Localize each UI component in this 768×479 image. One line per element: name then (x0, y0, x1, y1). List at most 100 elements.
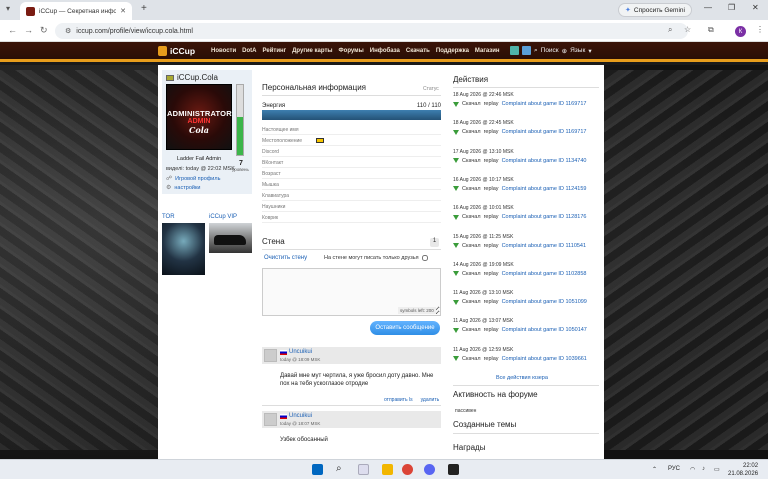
menu-dots-icon[interactable]: ⋮ (756, 25, 764, 34)
minimize-button[interactable]: — (704, 3, 712, 12)
nav-support[interactable]: Поддержка (436, 48, 469, 54)
bookmark-star-icon[interactable]: ☆ (684, 25, 691, 34)
friends-only-checkbox[interactable] (421, 255, 428, 261)
activity-action: Скачал (462, 242, 481, 249)
divider (453, 385, 599, 386)
maximize-button[interactable]: ❐ (728, 3, 735, 12)
activity-type: replay (483, 242, 499, 249)
tab-title: iCCup — Секретная информа… (39, 7, 117, 15)
activity-link[interactable]: Complaint about game ID 1050147 (502, 327, 587, 333)
tab-close-icon[interactable]: ✕ (120, 7, 126, 15)
main-nav: Новости DotA Рейтинг Другие карты Форумы… (211, 48, 500, 54)
avatar[interactable] (264, 349, 277, 362)
app-icon[interactable] (448, 464, 459, 475)
forward-icon[interactable]: → (24, 25, 33, 35)
new-tab-button[interactable]: + (141, 3, 147, 14)
tor-badge-image[interactable] (162, 223, 205, 275)
system-clock[interactable]: 22:02 21.08.2026 (728, 462, 758, 478)
post-author[interactable]: Uncuikui (280, 413, 312, 419)
back-icon[interactable]: ← (8, 25, 17, 35)
language-link[interactable]: Язык (570, 47, 585, 54)
tray-chevron-icon[interactable]: ⌃ (652, 466, 657, 473)
activity-link[interactable]: Complaint about game ID 1102858 (502, 271, 587, 277)
close-window-button[interactable]: ✕ (752, 3, 759, 12)
nav-other-maps[interactable]: Другие карты (292, 48, 332, 54)
activity-link[interactable]: Complaint about game ID 1134740 (502, 158, 587, 164)
level-progress-fill (237, 116, 243, 155)
search-icon[interactable]: ⌕ (336, 463, 347, 474)
vip-badge-image[interactable] (209, 223, 252, 253)
clear-wall-link[interactable]: Очистить стену (264, 255, 307, 261)
post-text: Узбек обосанный (280, 437, 328, 443)
activity-item: Скачал replay Complaint about game ID 1134… (453, 158, 586, 164)
activity-link[interactable]: Complaint about game ID 1110541 (502, 243, 587, 249)
all-activity-link[interactable]: Все действия юзера (496, 375, 548, 381)
activity-date: 11 Aug 2026 @ 12:59 MSK (453, 346, 514, 353)
nav-dota[interactable]: DotA (242, 48, 256, 54)
send-pm-link[interactable]: отправить ls (384, 397, 413, 403)
energy-value: 110 / 110 (416, 103, 441, 109)
flag-icon (280, 349, 287, 355)
activity-link[interactable]: Complaint about game ID 1128176 (502, 214, 587, 220)
gemini-button[interactable]: ✦ Спросить Gemini (618, 3, 692, 17)
energy-bar-fill (262, 110, 441, 120)
energy-bar (262, 110, 441, 120)
delete-post-link[interactable]: удалить (421, 397, 440, 403)
extensions-icon[interactable]: ⧉ (708, 25, 714, 35)
chrome-icon[interactable] (402, 464, 413, 475)
wifi-icon[interactable]: ◠ (690, 466, 695, 473)
messages-icon[interactable] (522, 46, 531, 55)
address-bar[interactable]: ⚙ iccup.com/profile/view/iccup.cola.html (55, 23, 688, 39)
settings-link[interactable]: ⚙ настройки (166, 184, 200, 192)
nav-news[interactable]: Новости (211, 48, 236, 54)
friends-only-toggle[interactable]: На стене могут писать только друзья (324, 255, 428, 261)
reload-icon[interactable]: ↻ (40, 25, 48, 36)
file-explorer-icon[interactable] (382, 464, 393, 475)
activity-link[interactable]: Complaint about game ID 1051099 (502, 299, 587, 305)
activity-link[interactable]: Complaint about game ID 1169717 (502, 129, 587, 135)
post-author[interactable]: Uncuikui (280, 349, 312, 355)
wall-title: Стена (262, 237, 285, 246)
nav-forums[interactable]: Форумы (339, 48, 364, 54)
nav-infobase[interactable]: Инфобаза (370, 48, 400, 54)
game-profile-link[interactable]: ☍ Игровой профиль (166, 175, 220, 183)
search-link[interactable]: Поиск (541, 47, 559, 54)
download-icon (453, 243, 459, 248)
windows-start-icon[interactable] (312, 464, 323, 475)
vip-label[interactable]: iCCup VIP (209, 214, 237, 220)
site-info-icon[interactable]: ⚙ (65, 27, 71, 35)
profile-title: iCCup.Cola (166, 73, 218, 82)
search-icon[interactable]: ⌕ (534, 47, 538, 55)
profile-avatar[interactable]: К (735, 26, 746, 37)
nav-shop[interactable]: Магазин (475, 48, 500, 54)
activity-link[interactable]: Complaint about game ID 1124159 (502, 186, 587, 192)
discord-icon[interactable] (424, 464, 435, 475)
wall-post-header: Uncuikui today @ 18:07 MSK (262, 411, 441, 428)
activity-link[interactable]: Complaint about game ID 1039661 (502, 356, 587, 362)
language-indicator[interactable]: РУС (668, 466, 680, 472)
gemini-icon: ✦ (625, 7, 631, 14)
post-time: today @ 18:09 MSK (280, 357, 321, 362)
forum-activity-title: Активность на форуме (453, 390, 538, 399)
user-icon[interactable] (510, 46, 519, 55)
avatar[interactable] (264, 413, 277, 426)
nav-rating[interactable]: Рейтинг (263, 48, 287, 54)
nav-download[interactable]: Скачать (406, 48, 430, 54)
post-message-button[interactable]: Оставить сообщение (370, 321, 440, 335)
tor-label[interactable]: TOR (162, 214, 175, 220)
flag-icon (166, 74, 174, 81)
widgets-icon[interactable] (358, 464, 369, 475)
browser-tab[interactable]: iCCup — Секретная информа… ✕ (20, 2, 132, 20)
globe-icon[interactable]: ⊕ (562, 47, 567, 55)
activity-title: Действия (453, 75, 489, 84)
zoom-icon[interactable]: ⌕ (668, 25, 672, 35)
divider (453, 433, 599, 434)
tab-list-icon[interactable]: ▾ (6, 4, 10, 13)
site-logo[interactable]: iCCup (158, 46, 195, 56)
battery-icon[interactable]: ▭ (714, 466, 720, 473)
activity-item: Скачал replay Complaint about game ID 1102… (453, 271, 586, 277)
activity-date: 18 Aug 2026 @ 22:45 MSK (453, 120, 514, 127)
volume-icon[interactable]: ♪ (702, 466, 705, 472)
field-keyboard: Клавиатура (262, 190, 441, 201)
activity-link[interactable]: Complaint about game ID 1169717 (502, 101, 587, 107)
